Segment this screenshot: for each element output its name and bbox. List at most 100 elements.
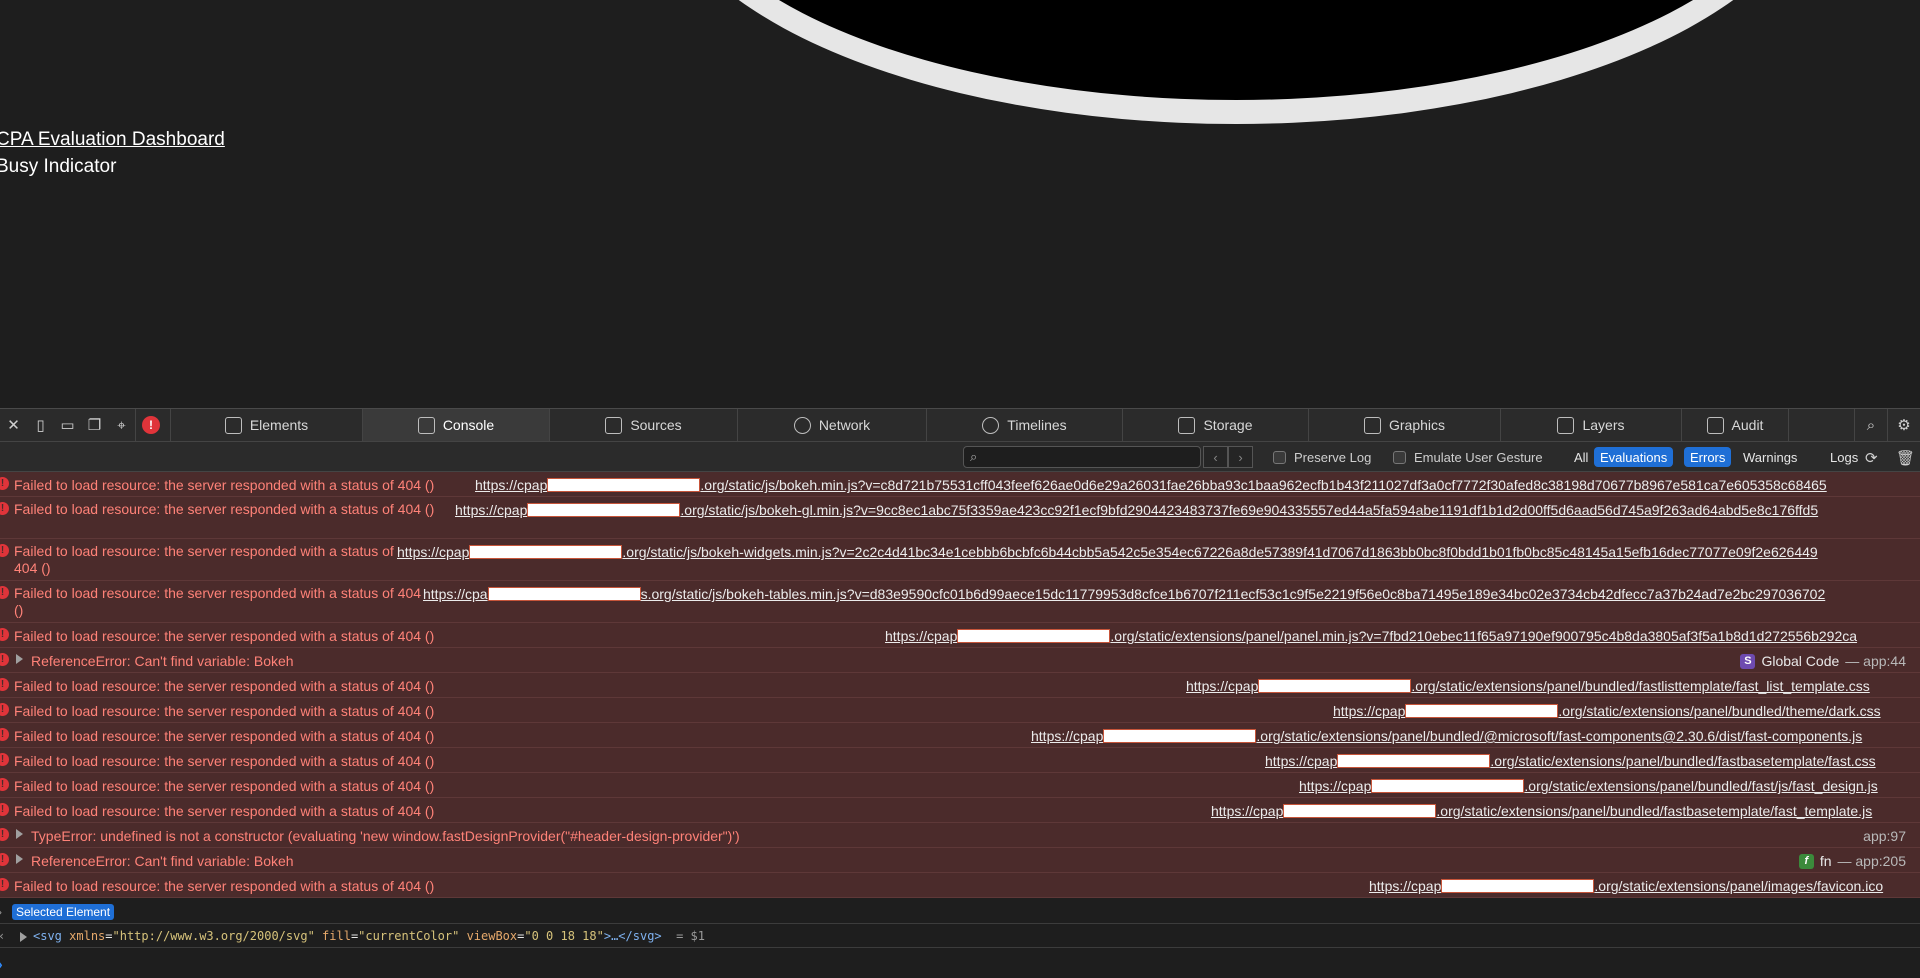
next-match-icon[interactable]: › xyxy=(1228,446,1253,468)
message-source[interactable]: f fn — app:205 xyxy=(1798,853,1906,869)
console-message: ! Failed to load resource: the server re… xyxy=(0,623,1920,648)
level-all-button[interactable]: All xyxy=(1568,447,1594,467)
error-icon: ! xyxy=(0,878,9,891)
checkbox-box[interactable] xyxy=(1273,451,1286,464)
checkbox-box[interactable] xyxy=(1393,451,1406,464)
message-text: Failed to load resource: the server resp… xyxy=(14,878,435,894)
redacted-block xyxy=(1405,704,1559,718)
resource-link[interactable]: https://cpap .org/static/extensions/panel… xyxy=(1186,678,1870,694)
checkbox-label: Emulate User Gesture xyxy=(1414,450,1543,465)
tab-elements[interactable]: Elements xyxy=(171,409,363,441)
dashboard-link[interactable]: CPA Evaluation Dashboard xyxy=(0,129,225,151)
expand-triangle-icon[interactable] xyxy=(16,854,23,864)
console-message: ! Failed to load resource: the server re… xyxy=(0,798,1920,823)
console-prompt[interactable]: › xyxy=(0,948,1920,978)
result-arrow-icon: ‹ xyxy=(0,929,5,943)
graphics-icon xyxy=(1363,416,1381,434)
error-icon: ! xyxy=(0,728,9,741)
reload-icon[interactable]: ⟳ xyxy=(1865,449,1878,467)
tab-sources[interactable]: Sources xyxy=(550,409,738,441)
message-source[interactable]: app:97 xyxy=(1863,828,1906,844)
tab-audit[interactable]: Audit xyxy=(1682,409,1789,441)
timelines-icon xyxy=(982,416,1000,434)
console-message: ! ReferenceError: Can't find variable: B… xyxy=(0,848,1920,873)
tab-timelines[interactable]: Timelines xyxy=(927,409,1123,441)
storage-icon xyxy=(1178,416,1196,434)
resource-link[interactable]: https://cpap .org/static/extensions/panel… xyxy=(1333,703,1881,719)
message-text: Failed to load resource: the server resp… xyxy=(14,703,435,719)
devtools-panel: ✕ ▯ ▭ ❐ ⌖ ! Elements Console Sources Net… xyxy=(0,408,1920,978)
console-message: ! Failed to load resource: the server re… xyxy=(0,539,1920,581)
tab-label: Timelines xyxy=(1007,417,1067,433)
search-icon[interactable]: ⌕ xyxy=(1854,409,1887,441)
tab-layers[interactable]: Layers xyxy=(1501,409,1682,441)
resource-link[interactable]: https://cpap .org/static/extensions/panel… xyxy=(1299,778,1878,794)
expand-triangle-icon[interactable] xyxy=(16,829,23,839)
tab-label: Audit xyxy=(1731,417,1764,433)
message-text: Failed to load resource: the server resp… xyxy=(14,628,435,644)
clear-console-icon[interactable]: 🗑 xyxy=(1896,449,1915,467)
resource-link[interactable]: https://cpap .org/static/extensions/panel… xyxy=(1369,878,1883,894)
preserve-log-checkbox[interactable]: Preserve Log xyxy=(1273,450,1371,465)
tab-graphics[interactable]: Graphics xyxy=(1309,409,1501,441)
dock-left-icon[interactable]: ▯ xyxy=(27,409,54,441)
message-text: Failed to load resource: the server resp… xyxy=(14,728,435,744)
error-icon: ! xyxy=(0,678,9,691)
previous-match-icon[interactable]: ‹ xyxy=(1203,446,1228,468)
console-message: ! Failed to load resource: the server re… xyxy=(0,773,1920,798)
resource-link[interactable]: https://cpap .org/static/extensions/panel… xyxy=(1031,728,1862,744)
level-errors-button[interactable]: Errors xyxy=(1684,447,1732,467)
checkbox-label: Preserve Log xyxy=(1294,450,1372,465)
tab-storage[interactable]: Storage xyxy=(1123,409,1309,441)
tab-console[interactable]: Console xyxy=(363,409,550,441)
level-warnings-button[interactable]: Warnings xyxy=(1737,447,1803,467)
error-icon: ! xyxy=(0,653,9,666)
error-icon: ! xyxy=(0,853,9,866)
error-icon: ! xyxy=(0,502,9,515)
tab-label: Sources xyxy=(630,417,682,433)
message-text: Failed to load resource: the server resp… xyxy=(14,803,435,819)
expand-triangle-icon[interactable] xyxy=(16,654,23,664)
sources-icon xyxy=(605,416,623,434)
close-icon[interactable]: ✕ xyxy=(0,409,27,441)
message-text: Failed to load resource: the server resp… xyxy=(14,778,435,794)
resource-link[interactable]: https://cpap .org/static/extensions/panel… xyxy=(885,628,1857,644)
redacted-block xyxy=(1441,879,1595,893)
tab-network[interactable]: Network xyxy=(738,409,927,441)
emulate-gesture-checkbox[interactable]: Emulate User Gesture xyxy=(1393,450,1543,465)
svg-node-code[interactable]: <svg xmlns="http://www.w3.org/2000/svg" … xyxy=(33,929,705,943)
crosshair-icon[interactable]: ⌖ xyxy=(108,409,135,441)
message-text: ReferenceError: Can't find variable: Bok… xyxy=(31,853,294,869)
error-icon: ! xyxy=(0,586,9,599)
chevron-right-icon[interactable]: › xyxy=(0,905,2,919)
redacted-block xyxy=(1258,679,1412,693)
resource-link[interactable]: https://cpap .org/static/js/bokeh-gl.min.… xyxy=(455,502,1818,518)
resource-link[interactable]: https://cpap .org/static/extensions/panel… xyxy=(1265,753,1876,769)
busy-indicator-ring xyxy=(651,0,1821,124)
level-evaluations-button[interactable]: Evaluations xyxy=(1594,447,1674,467)
resource-link[interactable]: https://cpap .org/static/js/bokeh-widgets… xyxy=(397,544,1818,560)
filter-search-field[interactable]: ⌕ xyxy=(963,446,1201,468)
source-location: app:97 xyxy=(1863,828,1906,844)
dock-bottom-icon[interactable]: ▭ xyxy=(54,409,81,441)
busy-indicator-label: Busy Indicator xyxy=(0,156,117,177)
level-logs-button[interactable]: Logs xyxy=(1824,447,1864,467)
resource-link[interactable]: https://cpa s.org/static/js/bokeh-tables.… xyxy=(423,586,1825,602)
filter-input[interactable] xyxy=(983,449,1134,465)
error-count-icon[interactable]: ! xyxy=(142,416,160,434)
expand-triangle-icon[interactable] xyxy=(20,932,27,942)
resource-link[interactable]: https://cpap .org/static/js/bokeh.min.js?… xyxy=(475,477,1827,493)
audit-icon xyxy=(1706,416,1724,434)
error-icon: ! xyxy=(0,803,9,816)
detach-icon[interactable]: ❐ xyxy=(81,409,108,441)
message-text: Failed to load resource: the server resp… xyxy=(14,753,435,769)
resource-link[interactable]: https://cpap .org/static/extensions/panel… xyxy=(1211,803,1872,819)
message-source[interactable]: S Global Code — app:44 xyxy=(1740,653,1906,669)
source-name: fn xyxy=(1819,853,1832,869)
console-icon xyxy=(417,416,435,434)
message-text: TypeError: undefined is not a constructo… xyxy=(31,828,740,844)
message-text: Failed to load resource: the server resp… xyxy=(14,678,435,694)
message-text: ReferenceError: Can't find variable: Bok… xyxy=(31,653,294,669)
tab-label: Layers xyxy=(1582,417,1625,433)
gear-icon[interactable]: ⚙ xyxy=(1887,409,1920,441)
